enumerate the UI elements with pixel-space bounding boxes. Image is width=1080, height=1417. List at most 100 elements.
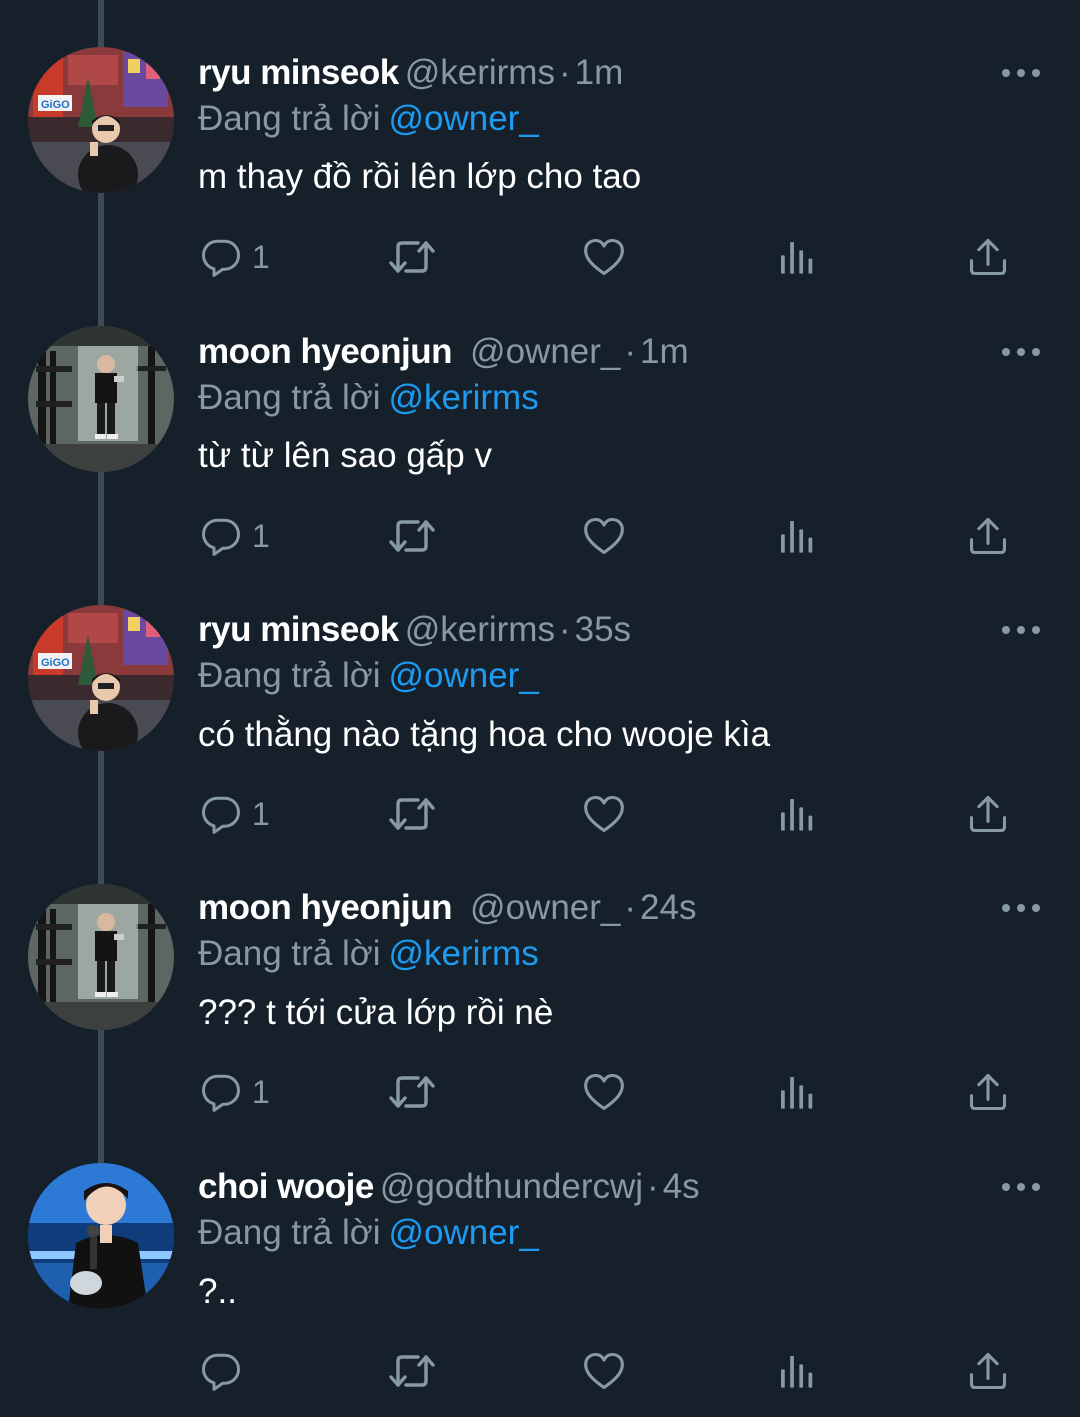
reply-icon [200, 236, 242, 278]
reply-button[interactable]: 1 [200, 789, 270, 839]
more-icon[interactable] [1002, 337, 1040, 367]
stats-icon [776, 236, 816, 278]
timestamp[interactable]: 1m [640, 332, 689, 371]
reply-icon [200, 515, 242, 557]
like-button[interactable] [582, 1346, 626, 1396]
timestamp[interactable]: 24s [640, 888, 696, 927]
avatar-ryu-image [28, 605, 174, 751]
timestamp[interactable]: 35s [575, 610, 631, 649]
stats-button[interactable] [776, 789, 816, 839]
user-handle[interactable]: @godthundercwj [380, 1167, 643, 1206]
share-icon [966, 1349, 1010, 1393]
avatar[interactable] [28, 326, 174, 472]
tweet-text: ?.. [198, 1272, 237, 1311]
tweet-text: có thằng nào tặng hoa cho wooje kìa [198, 715, 771, 754]
avatar[interactable] [28, 605, 174, 751]
reply-button[interactable]: 1 [200, 232, 270, 282]
separator: · [624, 888, 637, 927]
reply-button[interactable]: 1 [200, 511, 270, 561]
timestamp[interactable]: 1m [575, 53, 624, 92]
action-bar: 1 [0, 511, 1080, 561]
reply-prefix: Đang trả lời [198, 1213, 381, 1252]
reply-count: 1 [252, 238, 270, 275]
reply-count: 1 [252, 1073, 270, 1110]
timestamp[interactable]: 4s [663, 1167, 700, 1206]
retweet-icon [388, 790, 436, 838]
reply-button[interactable] [200, 1346, 252, 1396]
mention-link[interactable]: @kerirms [388, 378, 538, 417]
mention-link[interactable]: @owner_ [388, 656, 538, 695]
retweet-button[interactable] [388, 789, 436, 839]
retweet-icon [388, 512, 436, 560]
user-handle[interactable]: @owner_ [470, 332, 620, 371]
retweet-button[interactable] [388, 232, 436, 282]
tweet-header: choi wooje @godthundercwj · 4s [198, 1164, 700, 1210]
replying-to: Đang trả lời @owner_ [198, 96, 539, 142]
mention-link[interactable]: @owner_ [388, 1213, 538, 1252]
replying-to: Đang trả lời @owner_ [198, 1210, 539, 1256]
avatar[interactable] [28, 884, 174, 1030]
retweet-button[interactable] [388, 511, 436, 561]
tweet-text: m thay đồ rồi lên lớp cho tao [198, 157, 642, 196]
reply-prefix: Đang trả lời [198, 656, 381, 695]
tweet-4[interactable]: moon hyeonjun @owner_ · 24s Đang trả lời @ke… [0, 859, 1080, 1138]
stats-icon [776, 793, 816, 835]
like-button[interactable] [582, 789, 626, 839]
reply-button[interactable]: 1 [200, 1067, 270, 1117]
stats-icon [776, 515, 816, 557]
stats-button[interactable] [776, 1346, 816, 1396]
like-icon [582, 1070, 626, 1114]
retweet-button[interactable] [388, 1067, 436, 1117]
action-bar [0, 1346, 1080, 1396]
avatar-moon-image [28, 884, 174, 1030]
like-icon [582, 514, 626, 558]
display-name[interactable]: moon hyeonjun [198, 888, 453, 927]
stats-button[interactable] [776, 511, 816, 561]
display-name[interactable]: ryu minseok [198, 610, 399, 649]
display-name[interactable]: moon hyeonjun [198, 332, 453, 371]
user-handle[interactable]: @owner_ [470, 888, 620, 927]
tweet-2[interactable]: moon hyeonjun @owner_ · 1m Đang trả lời @ker… [0, 301, 1080, 580]
tweet-text: từ từ lên sao gấp v [198, 436, 492, 475]
tweet-header: ryu minseok @kerirms · 35s [198, 607, 631, 653]
share-button[interactable] [966, 789, 1010, 839]
retweet-button[interactable] [388, 1346, 436, 1396]
display-name[interactable]: ryu minseok [198, 53, 399, 92]
share-icon [966, 792, 1010, 836]
separator: · [558, 53, 571, 92]
display-name[interactable]: choi wooje [198, 1167, 374, 1206]
avatar[interactable] [28, 1163, 174, 1309]
user-handle[interactable]: @kerirms [405, 610, 555, 649]
stats-button[interactable] [776, 1067, 816, 1117]
share-button[interactable] [966, 232, 1010, 282]
mention-link[interactable]: @owner_ [388, 99, 538, 138]
avatar-choi-image [28, 1163, 174, 1309]
tweet-1[interactable]: ryu minseok @kerirms · 1m Đang trả lời @owne… [0, 22, 1080, 301]
like-button[interactable] [582, 511, 626, 561]
retweet-icon [388, 233, 436, 281]
more-icon[interactable] [1002, 893, 1040, 923]
stats-button[interactable] [776, 232, 816, 282]
like-button[interactable] [582, 232, 626, 282]
separator: · [558, 610, 571, 649]
tweet-5[interactable]: choi wooje @godthundercwj · 4s Đang trả lời… [0, 1138, 1080, 1417]
more-icon[interactable] [1002, 615, 1040, 645]
stats-icon [776, 1350, 816, 1392]
user-handle[interactable]: @kerirms [405, 53, 555, 92]
like-button[interactable] [582, 1067, 626, 1117]
action-bar: 1 [0, 789, 1080, 839]
retweet-icon [388, 1347, 436, 1395]
like-icon [582, 792, 626, 836]
more-icon[interactable] [1002, 58, 1040, 88]
avatar[interactable] [28, 47, 174, 193]
tweet-3[interactable]: ryu minseok @kerirms · 35s Đang trả lời @own… [0, 580, 1080, 859]
like-icon [582, 235, 626, 279]
share-button[interactable] [966, 1067, 1010, 1117]
share-button[interactable] [966, 511, 1010, 561]
more-icon[interactable] [1002, 1172, 1040, 1202]
mention-link[interactable]: @kerirms [388, 934, 538, 973]
separator: · [624, 332, 637, 371]
share-button[interactable] [966, 1346, 1010, 1396]
tweet-header: ryu minseok @kerirms · 1m [198, 50, 623, 96]
avatar-ryu-image [28, 47, 174, 193]
